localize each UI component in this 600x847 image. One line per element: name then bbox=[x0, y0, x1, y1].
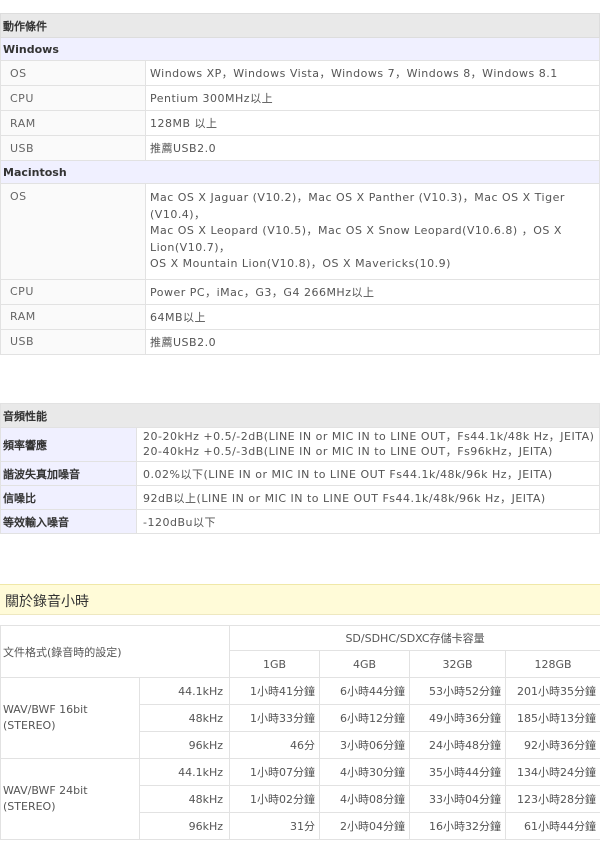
format-line: WAV/BWF 16bit bbox=[3, 703, 88, 716]
row-value: 128MB 以上 bbox=[145, 110, 600, 136]
time-cell: 123小時28分鐘 bbox=[504, 785, 600, 813]
freq-line: 20-40kHz +0.5/-3dB(LINE IN or MIC IN to … bbox=[143, 444, 553, 458]
sample-rate-cell: 44.1kHz bbox=[139, 677, 230, 705]
row-value: 推薦USB2.0 bbox=[145, 135, 600, 161]
row-label: 諧波失真加噪音 bbox=[0, 461, 137, 486]
mac-os-line: Lion(V10.7)， bbox=[150, 240, 231, 254]
time-cell: 92小時36分鐘 bbox=[504, 731, 600, 759]
system-section-title: 動作條件 bbox=[0, 13, 600, 38]
sample-rate-cell: 96kHz bbox=[139, 812, 230, 840]
row-value: Power PC，iMac，G3，G4 266MHz以上 bbox=[145, 278, 600, 305]
windows-os-row: OS Windows XP，Windows Vista，Windows 7，Wi… bbox=[0, 60, 600, 86]
row-value: Windows XP，Windows Vista，Windows 7，Windo… bbox=[145, 60, 600, 86]
freq-line: 20-20kHz +0.5/-2dB(LINE IN or MIC IN to … bbox=[143, 430, 595, 443]
capacity-1gb: 1GB bbox=[229, 650, 320, 678]
time-cell: 33小時04分鐘 bbox=[409, 785, 506, 813]
row-value: 推薦USB2.0 bbox=[145, 328, 600, 355]
row-label: OS bbox=[0, 60, 146, 86]
time-cell: 1小時33分鐘 bbox=[229, 704, 320, 732]
format-header: 文件格式(錄音時的設定) bbox=[0, 625, 230, 678]
table-row: WAV/BWF 16bit (STEREO) 44.1kHz 1小時41分鐘 6… bbox=[0, 677, 600, 759]
row-label: RAM bbox=[0, 110, 146, 136]
format-line: (STEREO) bbox=[3, 719, 56, 732]
time-cell: 1小時41分鐘 bbox=[229, 677, 320, 705]
capacity-32gb: 32GB bbox=[409, 650, 506, 678]
time-cell: 185小時13分鐘 bbox=[504, 704, 600, 732]
row-value: -120dBu以下 bbox=[136, 509, 600, 534]
audio-performance-table: 音頻性能 頻率響應 20-20kHz +0.5/-2dB(LINE IN or … bbox=[0, 403, 600, 534]
time-cell: 3小時06分鐘 bbox=[319, 731, 410, 759]
time-cell: 4小時08分鐘 bbox=[319, 785, 410, 813]
row-value: 92dB以上(LINE IN or MIC IN to LINE OUT Fs4… bbox=[136, 485, 600, 510]
time-cell: 1小時02分鐘 bbox=[229, 785, 320, 813]
row-value: Mac OS X Jaguar (V10.2)，Mac OS X Panther… bbox=[145, 183, 600, 280]
recording-time-heading: 關於錄音小時 bbox=[0, 584, 600, 615]
row-label: OS bbox=[0, 183, 146, 280]
mac-os-line: (V10.4)， bbox=[150, 207, 206, 221]
ein-row: 等效輸入噪音 -120dBu以下 bbox=[0, 509, 600, 534]
format-cell: WAV/BWF 16bit (STEREO) bbox=[0, 677, 140, 759]
time-cell: 31分 bbox=[229, 812, 320, 840]
capacity-header: SD/SDHC/SDXC存儲卡容量 bbox=[228, 625, 600, 651]
row-value: 20-20kHz +0.5/-2dB(LINE IN or MIC IN to … bbox=[136, 427, 600, 462]
format-cell: WAV/BWF 24bit (STEREO) bbox=[0, 758, 140, 840]
time-cell: 134小時24分鐘 bbox=[504, 758, 600, 786]
mac-os-row: OS Mac OS X Jaguar (V10.2)，Mac OS X Pant… bbox=[0, 183, 600, 280]
mac-os-line: OS X Mountain Lion(V10.8)，OS X Mavericks… bbox=[150, 257, 451, 270]
recording-time-title: 關於錄音小時 bbox=[5, 594, 89, 610]
mac-os-line: Mac OS X Jaguar (V10.2)，Mac OS X Panther… bbox=[150, 191, 565, 204]
windows-usb-row: USB 推薦USB2.0 bbox=[0, 135, 600, 161]
time-cell: 49小時36分鐘 bbox=[409, 704, 506, 732]
time-cell: 16小時32分鐘 bbox=[409, 812, 506, 840]
row-value: 64MB以上 bbox=[145, 303, 600, 330]
mac-ram-row: RAM 64MB以上 bbox=[0, 303, 600, 330]
audio-section-title: 音頻性能 bbox=[0, 403, 600, 428]
mac-os-line: Mac OS X Leopard (V10.5)，Mac OS X Snow L… bbox=[150, 224, 562, 237]
snr-row: 信噪比 92dB以上(LINE IN or MIC IN to LINE OUT… bbox=[0, 485, 600, 510]
capacity-4gb: 4GB bbox=[319, 650, 410, 678]
row-value: Pentium 300MHz以上 bbox=[145, 85, 600, 111]
macintosh-heading: Macintosh bbox=[0, 160, 600, 184]
thd-n-row: 諧波失真加噪音 0.02%以下(LINE IN or MIC IN to LIN… bbox=[0, 461, 600, 486]
sample-rate-cell: 44.1kHz bbox=[139, 758, 230, 786]
format-line: WAV/BWF 24bit bbox=[3, 784, 88, 797]
windows-heading: Windows bbox=[0, 37, 600, 61]
time-cell: 4小時30分鐘 bbox=[319, 758, 410, 786]
row-label: CPU bbox=[0, 85, 146, 111]
frequency-response-row: 頻率響應 20-20kHz +0.5/-2dB(LINE IN or MIC I… bbox=[0, 427, 600, 462]
row-value: 0.02%以下(LINE IN or MIC IN to LINE OUT Fs… bbox=[136, 461, 600, 486]
row-label: USB bbox=[0, 328, 146, 355]
capacity-128gb: 128GB bbox=[504, 650, 600, 678]
time-cell: 2小時04分鐘 bbox=[319, 812, 410, 840]
table-row: WAV/BWF 24bit (STEREO) 44.1kHz 1小時07分鐘 4… bbox=[0, 758, 600, 840]
row-label: CPU bbox=[0, 278, 146, 305]
system-requirements-table: 動作條件 Windows OS Windows XP，Windows Vista… bbox=[0, 13, 600, 355]
row-label: USB bbox=[0, 135, 146, 161]
sample-rate-cell: 48kHz bbox=[139, 785, 230, 813]
sample-rate-cell: 96kHz bbox=[139, 731, 230, 759]
format-line: (STEREO) bbox=[3, 800, 56, 813]
mac-cpu-row: CPU Power PC，iMac，G3，G4 266MHz以上 bbox=[0, 278, 600, 305]
time-cell: 6小時44分鐘 bbox=[319, 677, 410, 705]
time-cell: 53小時52分鐘 bbox=[409, 677, 506, 705]
row-label: 頻率響應 bbox=[0, 427, 137, 462]
time-cell: 35小時44分鐘 bbox=[409, 758, 506, 786]
row-label: 等效輸入噪音 bbox=[0, 509, 137, 534]
time-cell: 46分 bbox=[229, 731, 320, 759]
row-label: RAM bbox=[0, 303, 146, 330]
windows-cpu-row: CPU Pentium 300MHz以上 bbox=[0, 85, 600, 111]
recording-time-table: 文件格式(錄音時的設定) SD/SDHC/SDXC存儲卡容量 1GB 4GB 3… bbox=[0, 625, 600, 840]
mac-usb-row: USB 推薦USB2.0 bbox=[0, 328, 600, 355]
time-cell: 6小時12分鐘 bbox=[319, 704, 410, 732]
row-label: 信噪比 bbox=[0, 485, 137, 510]
time-cell: 1小時07分鐘 bbox=[229, 758, 320, 786]
windows-ram-row: RAM 128MB 以上 bbox=[0, 110, 600, 136]
time-cell: 61小時44分鐘 bbox=[504, 812, 600, 840]
time-cell: 24小時48分鐘 bbox=[409, 731, 506, 759]
time-cell: 201小時35分鐘 bbox=[504, 677, 600, 705]
sample-rate-cell: 48kHz bbox=[139, 704, 230, 732]
